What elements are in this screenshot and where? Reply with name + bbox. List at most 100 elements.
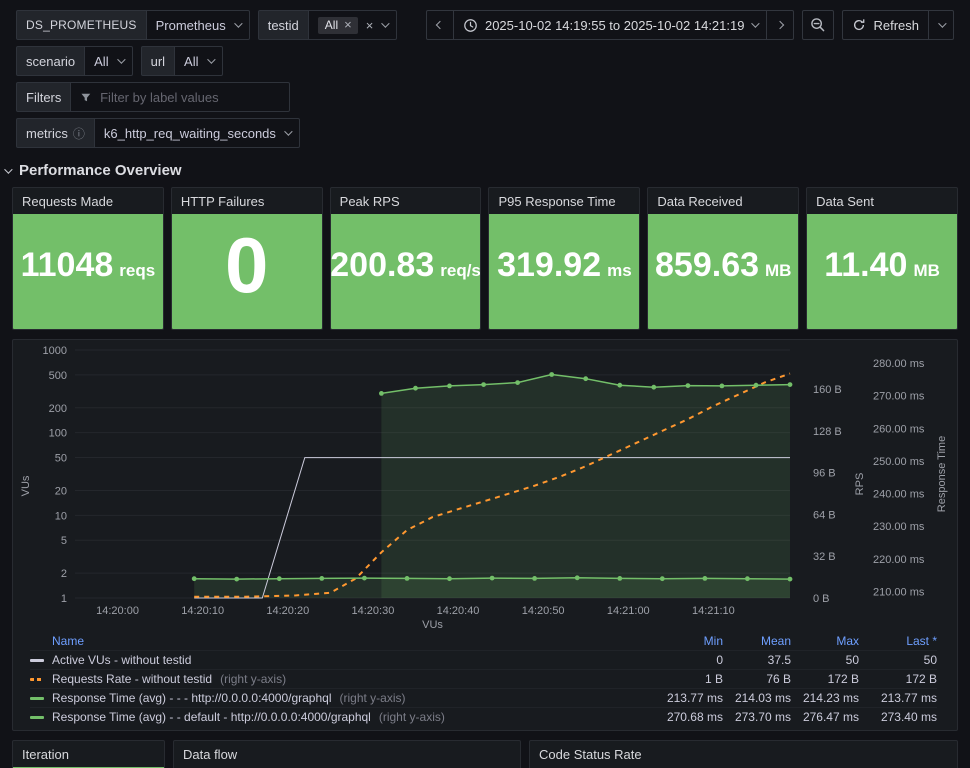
testid-variable: testid All × ×: [257, 10, 398, 40]
panel-title: Data flow: [183, 746, 238, 762]
svg-text:14:21:00: 14:21:00: [607, 605, 650, 617]
time-range-picker[interactable]: 2025-10-02 14:19:55 to 2025-10-02 14:21:…: [452, 10, 768, 40]
panel-title: Data Sent: [816, 193, 874, 209]
clock-icon: [464, 18, 477, 32]
svg-text:14:20:00: 14:20:00: [96, 605, 139, 617]
legend-col-mean[interactable]: Mean: [723, 634, 791, 648]
time-shift-back-button[interactable]: [425, 10, 454, 40]
panel-title: P95 Response Time: [498, 193, 616, 209]
refresh-interval-button[interactable]: [928, 10, 954, 40]
svg-text:96 B: 96 B: [813, 468, 836, 480]
filters-label: Filters: [16, 82, 72, 112]
svg-text:32 B: 32 B: [813, 551, 836, 563]
testid-label: testid: [257, 10, 309, 40]
timeseries-chart[interactable]: 1 2 5 10 20 50 100 200 500 1000 14:20:00 14:20:10 14…: [13, 340, 957, 630]
chevron-down-icon: [751, 19, 761, 28]
stat-body: 859.63 MB: [648, 214, 799, 329]
datasource-variable: DS_PROMETHEUS Prometheus: [16, 10, 250, 40]
legend-row[interactable]: Response Time (avg) - - - http://0.0.0.0…: [30, 688, 937, 707]
series-swatch: [30, 658, 44, 662]
scenario-label: scenario: [16, 46, 86, 76]
svg-text:VUs: VUs: [20, 475, 32, 496]
info-icon[interactable]: ⓘ: [73, 125, 85, 142]
chevron-down-icon: [284, 127, 293, 136]
legend-col-max[interactable]: Max: [791, 634, 859, 648]
refresh-button[interactable]: Refresh: [842, 10, 929, 40]
stat-value: 11048: [20, 246, 114, 284]
collapse-chevron-icon: [4, 164, 13, 174]
svg-text:0 B: 0 B: [813, 593, 830, 605]
dashboard-controls: DS_PROMETHEUS Prometheus testid All × ×: [0, 0, 970, 148]
time-shift-forward-button[interactable]: [766, 10, 795, 40]
svg-text:270.00 ms: 270.00 ms: [873, 391, 925, 403]
clear-all-icon[interactable]: ×: [366, 19, 374, 32]
zoom-out-button[interactable]: [802, 10, 835, 40]
svg-text:5: 5: [61, 535, 67, 547]
svg-text:220.00 ms: 220.00 ms: [873, 554, 925, 566]
stat-body: 319.92 ms: [489, 214, 640, 329]
testid-picker[interactable]: All × ×: [307, 10, 398, 40]
legend-col-min[interactable]: Min: [655, 634, 723, 648]
time-range-text: 2025-10-02 14:19:55 to 2025-10-02 14:21:…: [484, 17, 745, 33]
legend-row[interactable]: Active VUs - without testid 0 37.5 50 50: [30, 650, 937, 669]
datasource-picker[interactable]: Prometheus: [145, 10, 250, 40]
stat-unit: reqs: [119, 261, 156, 280]
stat-value: 859.63: [655, 246, 760, 284]
time-range-controls: 2025-10-02 14:19:55 to 2025-10-02 14:21:…: [425, 10, 795, 40]
svg-text:14:20:40: 14:20:40: [437, 605, 480, 617]
svg-text:250.00 ms: 250.00 ms: [873, 456, 925, 468]
stat-panel-data-received: Data Received 859.63 MB: [647, 187, 800, 330]
datasource-label: DS_PROMETHEUS: [16, 10, 147, 40]
scenario-variable: scenario All: [16, 46, 133, 76]
testid-chip[interactable]: All ×: [317, 16, 358, 34]
metrics-variable: metrics ⓘ k6_http_req_waiting_seconds: [16, 118, 300, 148]
legend-header: Name Min Mean Max Last *: [30, 631, 937, 650]
filters-input-box[interactable]: [70, 82, 291, 112]
svg-text:50: 50: [55, 453, 67, 465]
url-label: url: [140, 46, 176, 76]
stat-body: 11048 reqs: [13, 214, 163, 329]
chevron-down-icon: [233, 19, 243, 28]
chevron-left-icon: [435, 20, 445, 30]
svg-text:14:20:20: 14:20:20: [266, 605, 309, 617]
svg-text:210.00 ms: 210.00 ms: [873, 586, 925, 598]
svg-text:10: 10: [55, 510, 67, 522]
stat-body: 0: [171, 214, 322, 329]
svg-text:14:20:10: 14:20:10: [181, 605, 224, 617]
stat-unit: ms: [607, 261, 632, 280]
chevron-down-icon: [938, 19, 947, 28]
panel-title: Code Status Rate: [539, 746, 642, 762]
filter-input[interactable]: [100, 89, 281, 105]
svg-text:64 B: 64 B: [813, 509, 836, 521]
metrics-picker[interactable]: k6_http_req_waiting_seconds: [93, 118, 300, 148]
code-status-rate-panel: Code Status Rate: [529, 740, 958, 768]
section-performance-overview[interactable]: Performance Overview: [4, 162, 966, 179]
svg-text:RPS: RPS: [854, 473, 866, 496]
series-fill-3: [381, 374, 790, 598]
legend-row[interactable]: Response Time (avg) - - default - http:/…: [30, 707, 937, 726]
stat-value: 0: [225, 221, 269, 309]
panel-title: HTTP Failures: [180, 193, 265, 209]
legend-col-name[interactable]: Name: [30, 634, 655, 648]
url-picker[interactable]: All: [174, 46, 223, 76]
stat-panels-row: Requests Made 11048 reqs HTTP Failures 0…: [0, 187, 970, 330]
stat-value: 11.40: [824, 246, 908, 284]
series-swatch: [30, 715, 44, 719]
remove-value-icon[interactable]: ×: [344, 18, 352, 31]
svg-text:VUs: VUs: [422, 619, 443, 630]
stat-body: 11.40 MB: [807, 214, 957, 329]
scenario-picker[interactable]: All: [84, 46, 133, 76]
stat-panel-peak-rps: Peak RPS 200.83 req/s: [329, 187, 482, 330]
stat-body: 200.83 req/s: [331, 214, 481, 329]
legend-col-last[interactable]: Last *: [859, 634, 937, 648]
legend-row[interactable]: Requests Rate - without testid (right y-…: [30, 669, 937, 688]
svg-text:200: 200: [49, 403, 67, 415]
chevron-right-icon: [776, 20, 785, 30]
stat-unit: req/s: [440, 261, 481, 280]
svg-text:160 B: 160 B: [813, 384, 842, 396]
stat-value: 319.92: [497, 246, 602, 284]
adhoc-filters: Filters: [16, 82, 291, 112]
zoom-out-icon: [811, 18, 825, 32]
svg-text:20: 20: [55, 485, 67, 497]
svg-text:1000: 1000: [43, 345, 67, 357]
